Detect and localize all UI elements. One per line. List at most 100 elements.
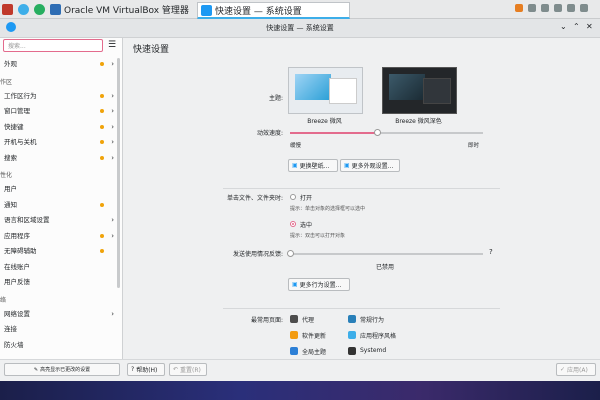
sidebar-item-label: 用户: [4, 185, 17, 193]
info-icon[interactable]: [18, 2, 29, 16]
sidebar-item-label: 语言和区域设置: [4, 216, 50, 224]
changed-indicator-icon: [100, 140, 104, 144]
show-desktop-icon[interactable]: [580, 4, 588, 12]
volume-icon[interactable]: [528, 4, 536, 12]
sidebar-item[interactable]: 通知: [4, 199, 114, 211]
frequent-page-item[interactable]: 软件更新: [290, 330, 346, 340]
feedback-slider-handle[interactable]: [287, 250, 294, 257]
behavior-icon: ▣: [292, 281, 298, 288]
sidebar-item[interactable]: 用户反馈: [4, 276, 114, 288]
taskbar-app-settings[interactable]: 快速设置 — 系统设置: [197, 2, 350, 19]
theme-dark-thumbnail[interactable]: [382, 67, 457, 114]
settings-icon: [201, 4, 212, 16]
sidebar-category: 性化: [0, 172, 13, 179]
sidebar-item-label: 窗口管理: [4, 107, 30, 115]
media-icon[interactable]: [34, 2, 45, 16]
desktop-wallpaper: [0, 381, 600, 400]
sidebar-item[interactable]: 工作区行为 ›: [4, 90, 114, 102]
thumbnail-window: [329, 78, 357, 104]
sidebar-item[interactable]: 搜索 ›: [4, 152, 114, 164]
theme-light-thumbnail[interactable]: [288, 67, 363, 114]
feedback-label: 发送使用情况反馈:: [232, 251, 283, 258]
sidebar-item[interactable]: 在线账户: [4, 261, 114, 273]
sidebar-item-label: 工作区行为: [4, 91, 37, 100]
change-wallpaper-button[interactable]: ▣ 更换壁纸...: [288, 159, 338, 172]
frequent-page-item[interactable]: 常规行为: [348, 314, 404, 324]
theme-label: 主题:: [268, 95, 283, 102]
radio-select[interactable]: [290, 221, 296, 227]
frequent-page-item[interactable]: 全局主题: [290, 346, 346, 356]
sidebar-category: 络: [0, 296, 7, 304]
sidebar-item-label: 连接: [4, 325, 17, 333]
more-behavior-button[interactable]: ▣ 更多行为设置...: [288, 278, 350, 291]
changed-indicator-icon: [100, 62, 104, 66]
minimize-icon[interactable]: ⌄: [560, 22, 567, 31]
button-label: 应用(A): [567, 367, 588, 374]
page-title: 快速设置: [133, 45, 170, 55]
sidebar-category: 作区: [0, 78, 13, 86]
search-input[interactable]: 搜索...: [3, 39, 103, 52]
button-label: 重置(R): [180, 367, 201, 374]
sidebar-item[interactable]: 语言和区域设置 ›: [4, 214, 114, 226]
chevron-right-icon: ›: [111, 91, 114, 100]
tray-icon[interactable]: [515, 4, 523, 12]
network-icon[interactable]: [541, 4, 549, 12]
feedback-help-icon[interactable]: ?: [489, 248, 493, 256]
frequent-page-item[interactable]: 代理: [290, 314, 346, 324]
sidebar-item-label: 开机与关机: [4, 138, 37, 146]
reset-button[interactable]: ↶ 重置(R): [169, 363, 207, 376]
apply-button[interactable]: ✓ 应用(A): [556, 363, 596, 376]
app-menu-icon[interactable]: [2, 2, 13, 16]
notifications-icon[interactable]: [567, 4, 575, 12]
feedback-slider[interactable]: [287, 250, 483, 257]
radio-open[interactable]: [290, 194, 296, 200]
chevron-right-icon: ›: [111, 122, 114, 131]
sidebar-item[interactable]: 用户: [4, 183, 114, 195]
sidebar-item-label: 在线账户: [4, 262, 30, 271]
sidebar-item[interactable]: 连接: [4, 323, 114, 335]
changed-indicator-icon: [100, 109, 104, 113]
button-label: 更多外观设置...: [351, 163, 394, 170]
sidebar-item[interactable]: 防火墙: [4, 339, 114, 351]
sidebar-item-label: 用户反馈: [4, 278, 30, 286]
sidebar-item[interactable]: 窗口管理 ›: [4, 105, 114, 117]
changed-indicator-icon: [100, 202, 104, 207]
sidebar-item[interactable]: 网络设置 ›: [4, 308, 114, 320]
highlight-changed-button[interactable]: ✎ 高亮显示已更改的设置: [4, 363, 120, 376]
clipboard-icon[interactable]: [554, 4, 562, 12]
sidebar-item[interactable]: 外观 ›: [4, 58, 114, 70]
frequent-page-item[interactable]: Systemd: [348, 346, 404, 356]
frequent-page-item[interactable]: 应用程序风格: [348, 330, 404, 340]
sidebar-scrollbar[interactable]: [117, 58, 120, 288]
sidebar-item-label: 快捷键: [4, 122, 24, 131]
frequent-page-label: 应用程序风格: [360, 333, 397, 340]
changed-indicator-icon: [100, 233, 104, 238]
chevron-right-icon: ›: [111, 138, 114, 146]
window-title: 快速设置 — 系统设置: [266, 24, 334, 32]
animation-label: 动效速度:: [256, 130, 283, 137]
sidebar-item[interactable]: 无障碍辅助: [4, 245, 114, 257]
animation-slider-handle[interactable]: [373, 129, 381, 136]
taskbar-app-virtualbox[interactable]: Oracle VM VirtualBox 管理器: [50, 2, 190, 16]
help-button[interactable]: ? 帮助(H): [127, 363, 165, 376]
systemd-icon: [348, 347, 356, 355]
animation-slider[interactable]: [290, 129, 483, 136]
sidebar-item-label: 搜索: [4, 153, 17, 162]
chevron-right-icon: ›: [111, 153, 114, 162]
sidebar-item[interactable]: 快捷键 ›: [4, 121, 114, 133]
select-hint: 提示：双击可以打开对象: [290, 233, 346, 239]
hamburger-menu-icon[interactable]: ☰: [108, 40, 116, 50]
maximize-icon[interactable]: ⌃: [573, 22, 580, 31]
frequent-page-label: 全局主题: [302, 349, 327, 356]
appearance-icon: ▣: [344, 162, 350, 169]
theme-dark-label: Breeze 微风深色: [395, 118, 442, 125]
sidebar-item[interactable]: 应用程序 ›: [4, 230, 114, 242]
more-appearance-button[interactable]: ▣ 更多外观设置...: [340, 159, 400, 172]
global-theme-icon: [290, 347, 298, 355]
taskbar-app-label: 快速设置 — 系统设置: [215, 6, 302, 17]
sidebar-item[interactable]: 开机与关机 ›: [4, 136, 114, 148]
sidebar-item-label: 防火墙: [4, 340, 24, 349]
highlight-icon: ✎: [33, 366, 39, 373]
close-icon[interactable]: ✕: [586, 22, 593, 31]
chevron-right-icon: ›: [111, 60, 114, 68]
